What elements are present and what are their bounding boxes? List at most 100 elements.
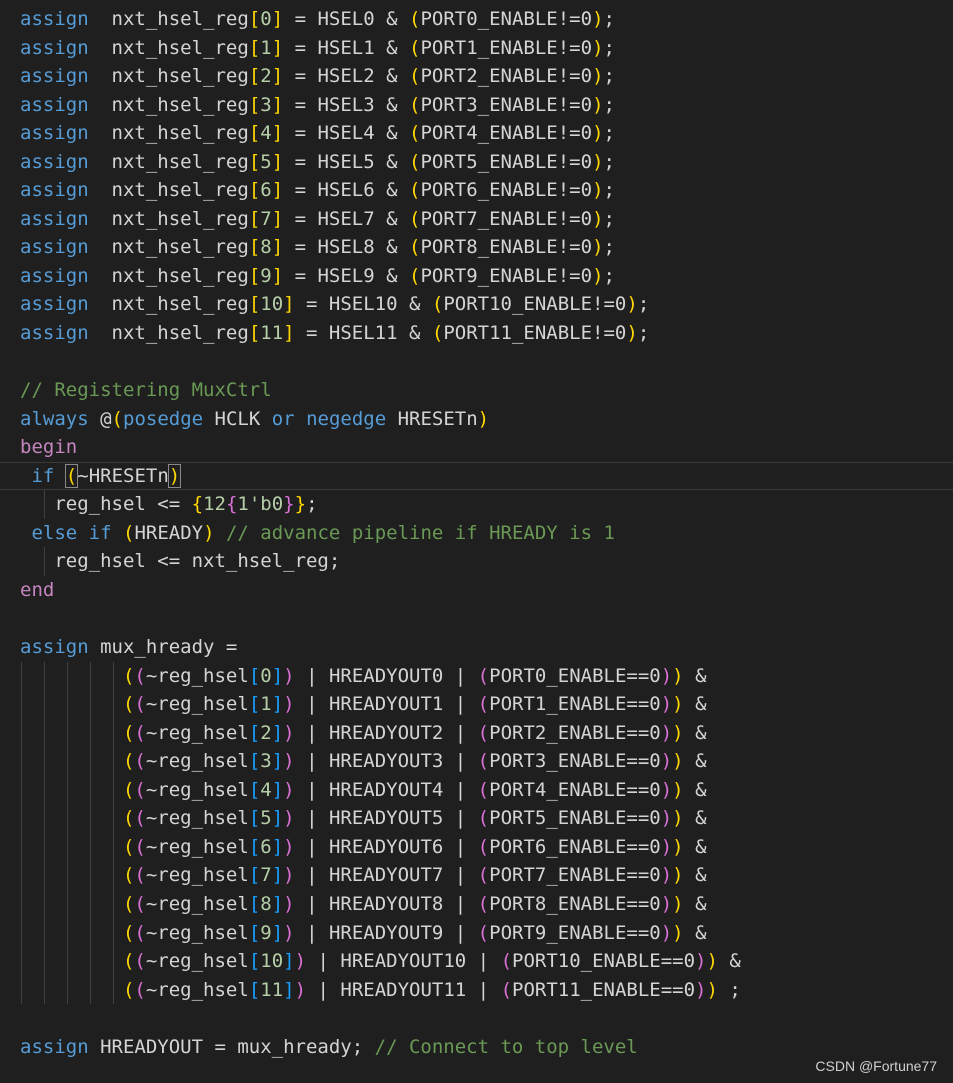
operator: & bbox=[683, 693, 707, 716]
code-line-end[interactable]: end bbox=[0, 576, 953, 605]
bracket: ( bbox=[122, 778, 135, 801]
code-line-mux-term[interactable]: ((~reg_hsel[6]) | HREADYOUT6 | (PORT6_EN… bbox=[0, 832, 953, 862]
expression: = HSEL8 & bbox=[283, 236, 410, 259]
code-line-mux-term[interactable]: ((~reg_hsel[1]) | HREADYOUT1 | (PORT1_EN… bbox=[0, 690, 953, 719]
port-enable-condition: PORT10_ENABLE==0 bbox=[512, 950, 696, 973]
keyword-or: or bbox=[271, 407, 295, 430]
bracket: ( bbox=[122, 921, 135, 944]
bracket: ( bbox=[122, 750, 135, 773]
bracket: ) bbox=[283, 750, 295, 773]
port-enable-condition: PORT5_ENABLE==0 bbox=[489, 807, 661, 830]
expression: = HSEL3 & bbox=[283, 93, 410, 116]
code-line-always[interactable]: always @(posedge HCLK or negedge HRESETn… bbox=[0, 405, 953, 434]
code-token: ; bbox=[603, 207, 615, 230]
blank-line[interactable] bbox=[0, 1004, 953, 1033]
bracket: ( bbox=[409, 122, 421, 145]
code-token: | bbox=[306, 978, 341, 1001]
indent-guide bbox=[90, 832, 91, 862]
bracket: ( bbox=[431, 322, 444, 345]
bracket: ( bbox=[409, 179, 421, 202]
bracket: ( bbox=[134, 750, 146, 773]
indent-guide bbox=[113, 690, 114, 719]
code-line-assign-sel[interactable]: assign nxt_hsel_reg[11] = HSEL11 & (PORT… bbox=[0, 319, 953, 348]
code-line-assign-sel[interactable]: assign nxt_hsel_reg[5] = HSEL5 & (PORT5_… bbox=[0, 148, 953, 177]
indent-guide bbox=[113, 832, 114, 862]
code-line-next-assign[interactable]: reg_hsel <= nxt_hsel_reg; bbox=[0, 547, 953, 576]
indent-guide bbox=[90, 918, 91, 948]
code-line-mux-term[interactable]: ((~reg_hsel[7]) | HREADYOUT7 | (PORT7_EN… bbox=[0, 861, 953, 890]
code-line-assign-sel[interactable]: assign nxt_hsel_reg[7] = HSEL7 & (PORT7_… bbox=[0, 205, 953, 234]
code-token: ~reg_hsel bbox=[145, 778, 249, 801]
code-line-assign-sel[interactable]: assign nxt_hsel_reg[4] = HSEL4 & (PORT4_… bbox=[0, 119, 953, 148]
code-line-assign-sel[interactable]: assign nxt_hsel_reg[6] = HSEL6 & (PORT6_… bbox=[0, 176, 953, 205]
code-line-assign-sel[interactable]: assign nxt_hsel_reg[10] = HSEL10 & (PORT… bbox=[0, 290, 953, 319]
indent-guide bbox=[21, 975, 22, 1005]
blank-line[interactable] bbox=[0, 604, 953, 633]
code-line-mux-term[interactable]: ((~reg_hsel[11]) | HREADYOUT11 | (PORT11… bbox=[0, 975, 953, 1005]
code-editor[interactable]: assign nxt_hsel_reg[0] = HSEL0 & (PORT0_… bbox=[0, 5, 953, 1061]
code-line-reset-assign[interactable]: reg_hsel <= {12{1'b0}}; bbox=[0, 490, 953, 519]
code-line-if[interactable]: if (~HRESETn) bbox=[0, 461, 953, 491]
code-line-else-if[interactable]: else if (HREADY) // advance pipeline if … bbox=[0, 519, 953, 548]
indent-guide bbox=[44, 747, 45, 776]
signal-name: nxt_hsel_reg bbox=[111, 65, 249, 88]
index-number: 5 bbox=[260, 807, 272, 830]
bracket: ) bbox=[294, 950, 307, 973]
code-line-mux-term[interactable]: ((~reg_hsel[9]) | HREADYOUT9 | (PORT9_EN… bbox=[0, 918, 953, 948]
bracket: [ bbox=[248, 978, 261, 1001]
signal-name: HREADYOUT8 bbox=[328, 892, 444, 915]
bracket: ( bbox=[409, 150, 421, 173]
code-line-mux-term[interactable]: ((~reg_hsel[8]) | HREADYOUT8 | (PORT8_EN… bbox=[0, 889, 953, 919]
indent-guide bbox=[90, 747, 91, 776]
code-line-assign-sel[interactable]: assign nxt_hsel_reg[1] = HSEL1 & (PORT1_… bbox=[0, 34, 953, 63]
code-line-begin[interactable]: begin bbox=[0, 433, 953, 462]
signal-name: HREADYOUT7 bbox=[328, 864, 444, 887]
bracket: [ bbox=[248, 93, 261, 116]
operator: & bbox=[683, 721, 707, 744]
code-token: ; bbox=[603, 122, 615, 145]
code-line-assign-sel[interactable]: assign nxt_hsel_reg[9] = HSEL9 & (PORT9_… bbox=[0, 262, 953, 291]
code-line-assign-sel[interactable]: assign nxt_hsel_reg[0] = HSEL0 & (PORT0_… bbox=[0, 5, 953, 34]
code-line-assign-sel[interactable]: assign nxt_hsel_reg[2] = HSEL2 & (PORT2_… bbox=[0, 62, 953, 91]
bracket: ( bbox=[134, 721, 146, 744]
code-line-mux-term[interactable]: ((~reg_hsel[10]) | HREADYOUT10 | (PORT10… bbox=[0, 947, 953, 976]
bracket: ( bbox=[431, 293, 444, 316]
bracket: [ bbox=[248, 721, 261, 744]
code-token: ~reg_hsel bbox=[145, 978, 249, 1001]
blank-line[interactable] bbox=[0, 348, 953, 377]
keyword-assign: assign bbox=[20, 150, 89, 173]
code-line-mux-term[interactable]: ((~reg_hsel[2]) | HREADYOUT2 | (PORT2_EN… bbox=[0, 718, 953, 748]
code-token: ~reg_hsel bbox=[145, 835, 249, 858]
indent-guide bbox=[67, 661, 68, 691]
indent-guide bbox=[113, 775, 114, 805]
bracket: ( bbox=[477, 807, 490, 830]
index-number: 5 bbox=[260, 150, 272, 173]
code-line-mux-term[interactable]: ((~reg_hsel[5]) | HREADYOUT5 | (PORT5_EN… bbox=[0, 804, 953, 833]
code-line-mux-term[interactable]: ((~reg_hsel[3]) | HREADYOUT3 | (PORT3_EN… bbox=[0, 747, 953, 776]
indent-guide bbox=[44, 804, 45, 833]
bracket: ] bbox=[271, 721, 284, 744]
bracket: ) bbox=[592, 150, 604, 173]
code-line-assign-sel[interactable]: assign nxt_hsel_reg[8] = HSEL8 & (PORT8_… bbox=[0, 233, 953, 262]
code-line-assign-sel[interactable]: assign nxt_hsel_reg[3] = HSEL3 & (PORT3_… bbox=[0, 91, 953, 120]
keyword-else-if: else if bbox=[31, 521, 112, 544]
code-line-mux-term[interactable]: ((~reg_hsel[4]) | HREADYOUT4 | (PORT4_EN… bbox=[0, 775, 953, 805]
code-line-comment[interactable]: // Registering MuxCtrl bbox=[0, 376, 953, 405]
code-line-final-assign[interactable]: assign HREADYOUT = mux_hready; // Connec… bbox=[0, 1033, 953, 1062]
index-number: 2 bbox=[260, 65, 272, 88]
index-number: 3 bbox=[260, 93, 272, 116]
bracket: [ bbox=[248, 122, 261, 145]
code-line-mux-assign[interactable]: assign mux_hready = bbox=[0, 633, 953, 662]
code-line-mux-term[interactable]: ((~reg_hsel[0]) | HREADYOUT0 | (PORT0_EN… bbox=[0, 661, 953, 691]
expression: = HSEL4 & bbox=[283, 122, 410, 145]
bracket: ( bbox=[409, 8, 421, 30]
bracket: ] bbox=[271, 65, 284, 88]
index-number: 6 bbox=[260, 835, 272, 858]
index-number: 9 bbox=[260, 921, 272, 944]
bracket: ( bbox=[134, 864, 146, 887]
